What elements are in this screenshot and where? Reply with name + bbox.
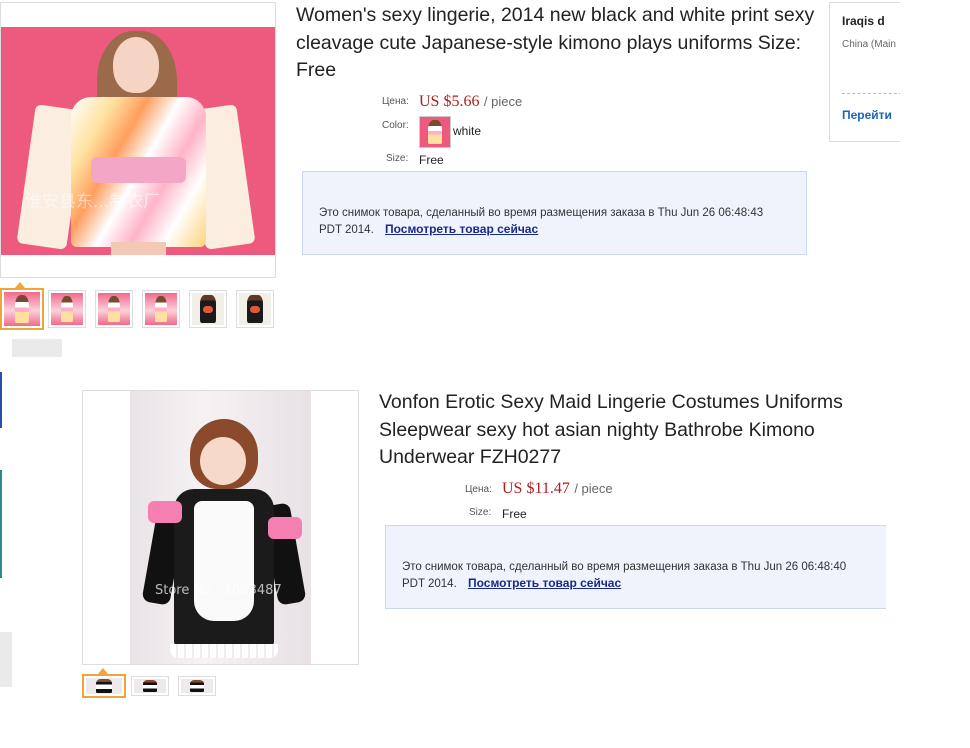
seller-name[interactable]: Iraqis d <box>842 14 885 28</box>
product-2-title[interactable]: Vonfon Erotic Sexy Maid Lingerie Costume… <box>379 389 889 472</box>
seller-panel: Iraqis d China (Main Перейти <box>829 2 900 142</box>
snapshot-text: Это снимок товара, сделанный во время ра… <box>402 560 872 592</box>
product-1-main-image[interactable]: 淮安县东...制衣厂 <box>0 2 276 278</box>
product-1-title[interactable]: Women's sexy lingerie, 2014 new black an… <box>296 2 816 85</box>
gray-placeholder <box>12 339 62 357</box>
left-gray-block <box>0 632 12 687</box>
product-2-thumb-2[interactable] <box>131 676 169 696</box>
product-2-price-row: US $11.47 / piece <box>502 480 613 498</box>
product-2-watermark: Store No : 1083487 <box>155 583 282 598</box>
snapshot-text: Это снимок товара, сделанный во время ра… <box>319 206 789 238</box>
view-product-now-link[interactable]: Посмотреть товар сейчас <box>468 576 621 590</box>
product-1-thumb-1[interactable] <box>0 288 44 330</box>
product-1-watermark: 淮安县东...制衣厂 <box>25 192 161 212</box>
left-accent-teal <box>0 470 2 578</box>
price-unit: / piece <box>483 94 523 109</box>
product-2-main-image[interactable]: Store No : 1083487 <box>82 390 359 665</box>
product-1-thumb-4[interactable] <box>142 290 180 328</box>
left-accent-blue <box>0 372 2 428</box>
product-1-thumb-5[interactable] <box>189 290 227 328</box>
product-2-photo <box>141 419 307 664</box>
product-1-thumb-6[interactable] <box>236 290 274 328</box>
size-value: Free <box>419 153 444 167</box>
product-2-thumb-1[interactable] <box>82 674 126 698</box>
price-unit: / piece <box>574 481 613 496</box>
product-1-photo <box>16 31 256 255</box>
seller-go-link[interactable]: Перейти <box>842 108 892 122</box>
price-label: Цена: <box>382 96 409 107</box>
product-1-thumb-2[interactable] <box>48 290 86 328</box>
size-value: Free <box>502 507 527 521</box>
color-value: white <box>453 124 482 138</box>
seller-divider <box>842 93 900 94</box>
size-label: Size: <box>469 507 492 518</box>
product-1-price-row: US $5.66 / piece <box>419 93 522 111</box>
size-label: Size: <box>386 153 409 164</box>
product-1-price: US $5.66 <box>419 93 480 110</box>
color-swatch[interactable] <box>419 116 451 148</box>
product-2-price: US $11.47 <box>502 480 570 497</box>
product-1-snapshot-notice: Это снимок товара, сделанный во время ра… <box>302 171 807 255</box>
price-label: Цена: <box>465 484 492 495</box>
seller-location: China (Main <box>842 39 896 50</box>
product-1-thumb-3[interactable] <box>95 290 133 328</box>
view-product-now-link[interactable]: Посмотреть товар сейчас <box>385 222 538 236</box>
color-label: Color: <box>382 120 409 131</box>
product-2-thumb-3[interactable] <box>178 676 216 696</box>
product-2-snapshot-notice: Это снимок товара, сделанный во время ра… <box>385 525 886 609</box>
